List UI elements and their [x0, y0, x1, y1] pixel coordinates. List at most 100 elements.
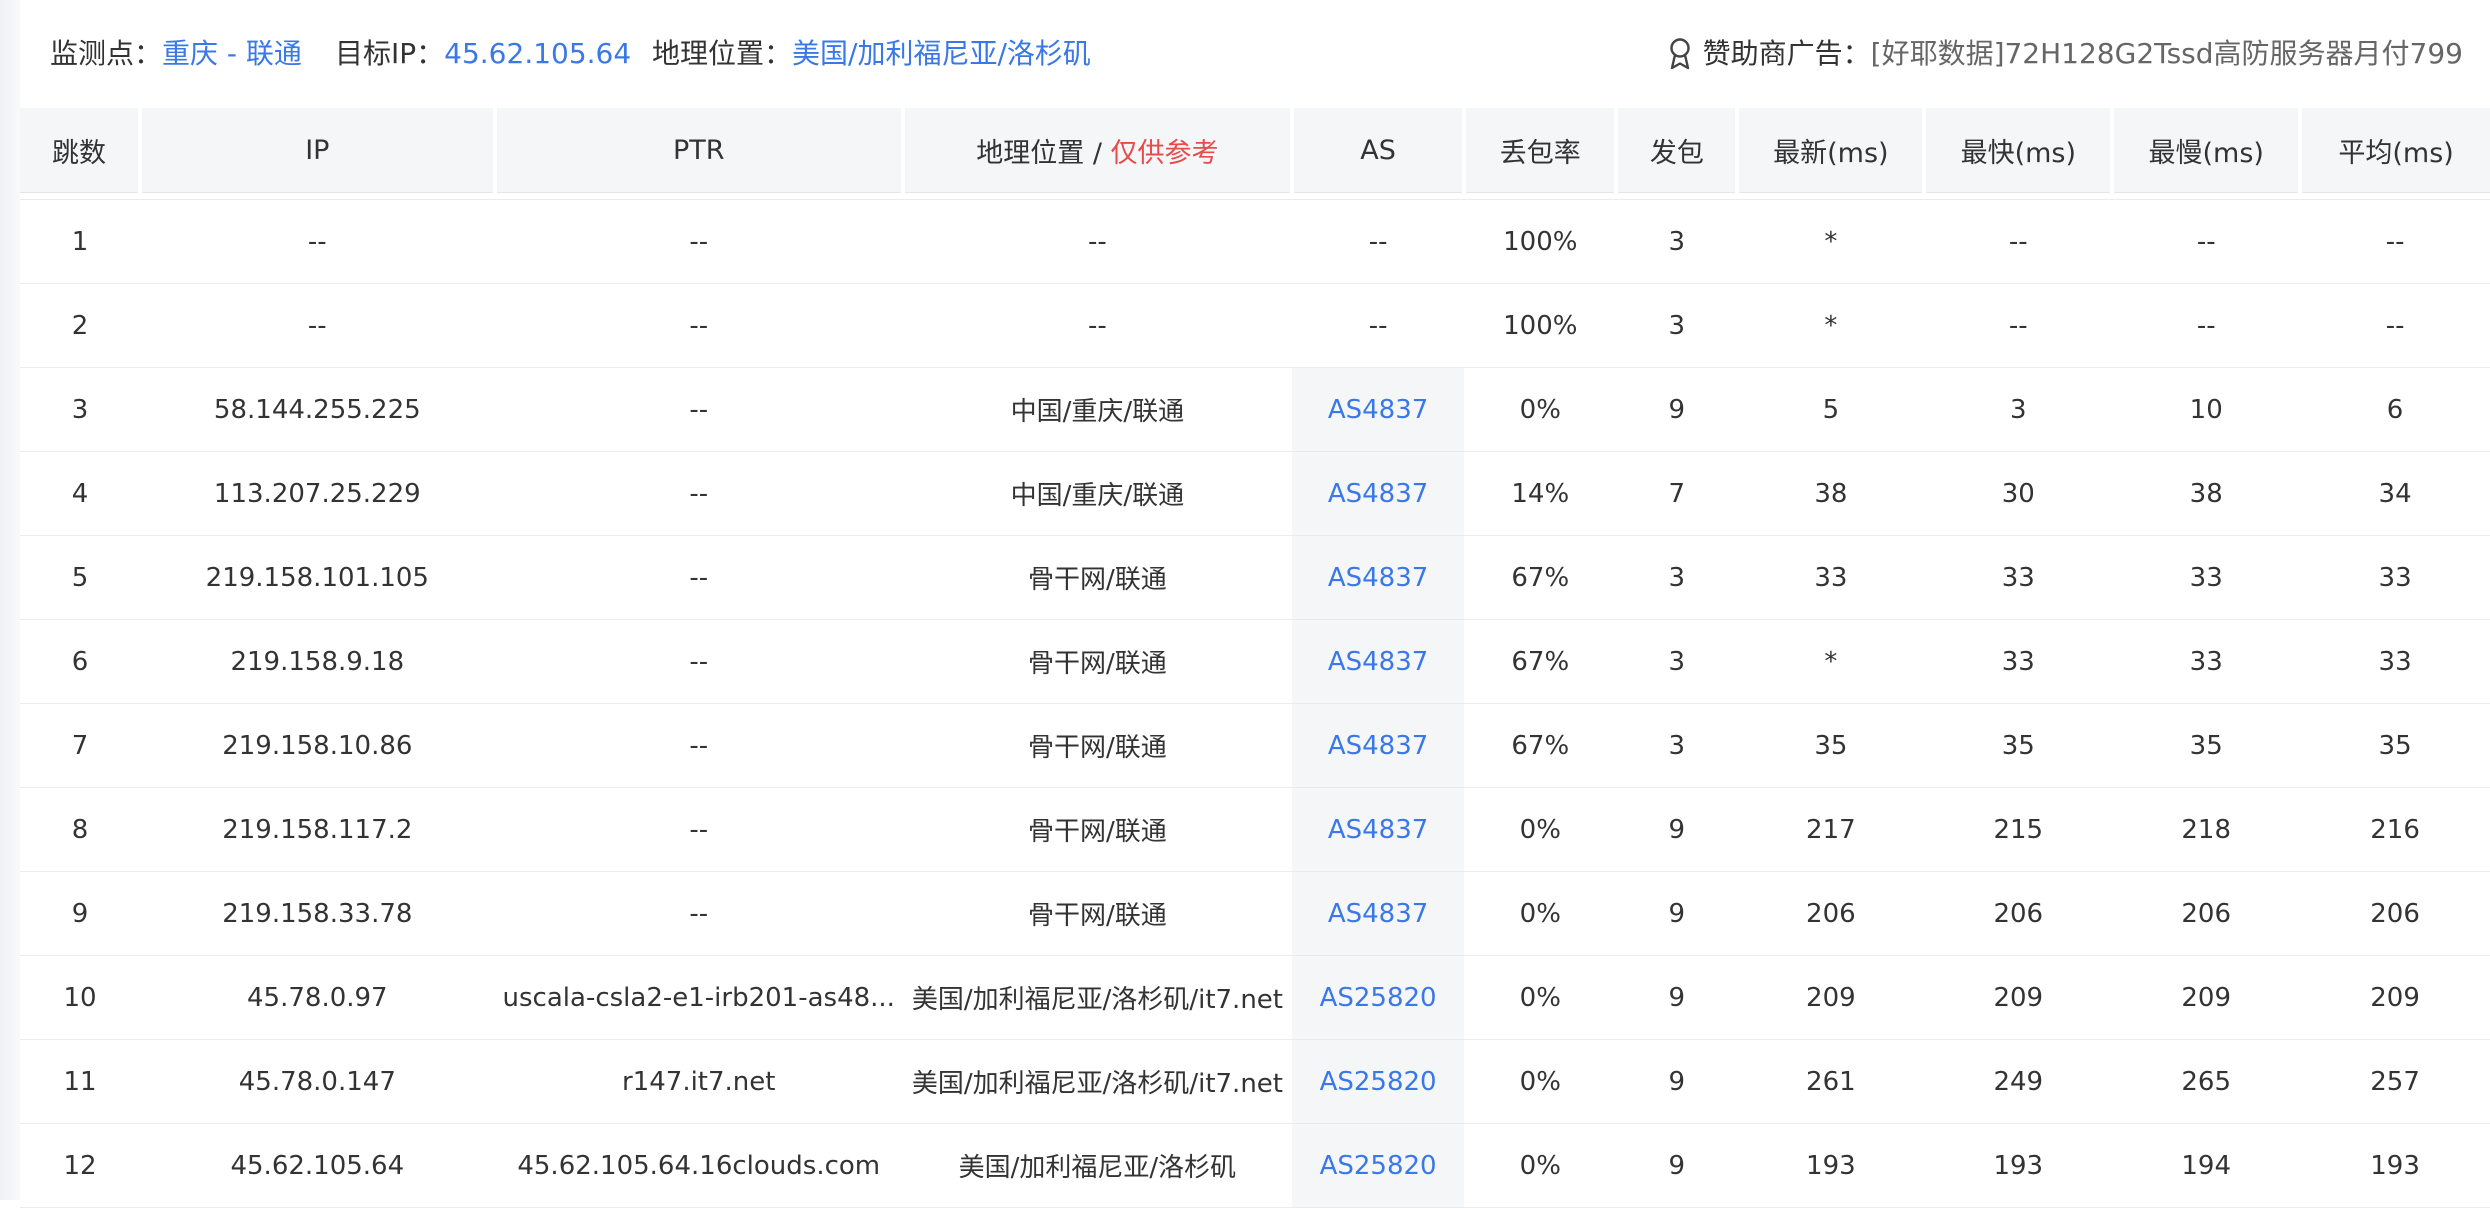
- table-row: 3 58.144.255.225 -- 中国/重庆/联通 AS4837 0% 9 5 3 10 6: [20, 367, 2490, 452]
- cell-as[interactable]: AS25820: [1291, 1123, 1465, 1208]
- cell-avg: 33: [2300, 619, 2490, 704]
- geo-reference-note: 仅供参考: [1110, 137, 1219, 169]
- col-header-sent: 发包: [1616, 108, 1740, 193]
- cell-best: 249: [1924, 1039, 2113, 1124]
- cell-avg: 33: [2300, 535, 2490, 620]
- table-row: 8 219.158.117.2 -- 骨干网/联通 AS4837 0% 9 217 215 218…: [20, 787, 2490, 872]
- cell-worst: 33: [2112, 619, 2301, 704]
- target-geo-value[interactable]: 美国/加利福尼亚/洛杉矶: [792, 37, 1091, 70]
- cell-avg: 209: [2300, 955, 2490, 1040]
- cell-best: 3: [1924, 367, 2113, 452]
- cell-geo: --: [902, 199, 1292, 284]
- page-left-edge: [0, 0, 20, 1200]
- monitor-point-value[interactable]: 重庆 - 联通: [162, 37, 302, 70]
- sponsor-ad[interactable]: 赞助商广告： [好耶数据]72H128G2Tssd高防服务器月付799: [1667, 34, 2463, 74]
- cell-avg: --: [2300, 283, 2490, 368]
- table-row: 7 219.158.10.86 -- 骨干网/联通 AS4837 67% 3 35 35 35 35: [20, 703, 2490, 788]
- cell-last: 206: [1737, 871, 1925, 956]
- table-row: 11 45.78.0.147 r147.it7.net 美国/加利福尼亚/洛杉矶/it…: [20, 1039, 2490, 1124]
- cell-sent: 3: [1616, 283, 1738, 368]
- cell-ip[interactable]: 219.158.10.86: [140, 703, 495, 788]
- cell-best: 35: [1924, 703, 2113, 788]
- cell-ptr: --: [494, 367, 903, 452]
- cell-ip[interactable]: 45.78.0.97: [140, 955, 495, 1040]
- cell-sent: 3: [1616, 619, 1738, 704]
- cell-geo: 骨干网/联通: [902, 619, 1292, 704]
- cell-worst: 206: [2112, 871, 2301, 956]
- cell-as[interactable]: AS4837: [1291, 451, 1465, 536]
- cell-hop: 12: [20, 1123, 141, 1208]
- cell-as[interactable]: AS25820: [1291, 955, 1465, 1040]
- cell-as[interactable]: AS4837: [1291, 703, 1465, 788]
- cell-hop: 5: [20, 535, 141, 620]
- cell-as[interactable]: AS4837: [1291, 787, 1465, 872]
- cell-worst: 218: [2112, 787, 2301, 872]
- col-header-geo: 地理位置 / 仅供参考: [902, 108, 1294, 193]
- cell-avg: 35: [2300, 703, 2490, 788]
- cell-hop: 4: [20, 451, 141, 536]
- cell-loss: 0%: [1464, 1039, 1617, 1124]
- cell-ptr: --: [494, 199, 903, 284]
- table-header-row: 跳数 IP PTR 地理位置 / 仅供参考 AS 丢包率 发包 最新(ms) 最…: [20, 108, 2490, 193]
- cell-as: --: [1291, 283, 1465, 368]
- cell-ip[interactable]: 219.158.9.18: [140, 619, 495, 704]
- trace-info-bar: 监测点：重庆 - 联通 目标IP：45.62.105.64 地理位置：美国/加利…: [20, 0, 2490, 108]
- cell-loss: 67%: [1464, 619, 1617, 704]
- cell-sent: 3: [1616, 703, 1738, 788]
- cell-sent: 9: [1616, 955, 1738, 1040]
- cell-ip[interactable]: 113.207.25.229: [140, 451, 495, 536]
- target-geo: 地理位置：美国/加利福尼亚/洛杉矶: [652, 34, 1091, 74]
- cell-best: 33: [1924, 535, 2113, 620]
- target-ip-value[interactable]: 45.62.105.64: [444, 37, 631, 70]
- cell-hop: 10: [20, 955, 141, 1040]
- col-header-ptr: PTR: [494, 108, 905, 193]
- sponsor-link[interactable]: [好耶数据]72H128G2Tssd高防服务器月付799: [1871, 34, 2463, 74]
- cell-ip[interactable]: 219.158.101.105: [140, 535, 495, 620]
- cell-avg: 206: [2300, 871, 2490, 956]
- cell-geo: 美国/加利福尼亚/洛杉矶/it7.net: [902, 1039, 1292, 1124]
- cell-ptr: 45.62.105.64.16clouds.com: [494, 1123, 903, 1208]
- cell-ptr: --: [494, 703, 903, 788]
- target-ip: 目标IP：45.62.105.64: [335, 34, 631, 74]
- cell-as[interactable]: AS4837: [1291, 871, 1465, 956]
- cell-ip[interactable]: 45.78.0.147: [140, 1039, 495, 1124]
- cell-ip[interactable]: 219.158.33.78: [140, 871, 495, 956]
- cell-ip: --: [140, 199, 495, 284]
- cell-as[interactable]: AS4837: [1291, 367, 1465, 452]
- monitor-point-label: 监测点：: [50, 37, 163, 70]
- cell-worst: --: [2112, 199, 2301, 284]
- cell-last: 5: [1737, 367, 1925, 452]
- cell-ip[interactable]: 45.62.105.64: [140, 1123, 495, 1208]
- cell-as[interactable]: AS4837: [1291, 535, 1465, 620]
- cell-hop: 6: [20, 619, 141, 704]
- cell-as[interactable]: AS25820: [1291, 1039, 1465, 1124]
- cell-ptr: --: [494, 535, 903, 620]
- cell-geo: 中国/重庆/联通: [902, 451, 1292, 536]
- cell-loss: 14%: [1464, 451, 1617, 536]
- cell-ip[interactable]: 219.158.117.2: [140, 787, 495, 872]
- cell-hop: 9: [20, 871, 141, 956]
- cell-as[interactable]: AS4837: [1291, 619, 1465, 704]
- col-header-avg: 平均(ms): [2300, 108, 2490, 193]
- table-row: 5 219.158.101.105 -- 骨干网/联通 AS4837 67% 3 33 33 33…: [20, 535, 2490, 620]
- sponsor-label: 赞助商广告：: [1702, 37, 1871, 70]
- cell-avg: 193: [2300, 1123, 2490, 1208]
- cell-loss: 0%: [1464, 367, 1617, 452]
- cell-ip[interactable]: 58.144.255.225: [140, 367, 495, 452]
- cell-last: 33: [1737, 535, 1925, 620]
- col-header-last: 最新(ms): [1737, 108, 1927, 193]
- cell-hop: 2: [20, 283, 141, 368]
- header-spacer-cell: [20, 192, 2490, 200]
- col-header-best: 最快(ms): [1924, 108, 2115, 193]
- cell-ptr: uscala-csla2-e1-irb201-as48...: [494, 955, 903, 1040]
- cell-last: *: [1737, 199, 1925, 284]
- cell-avg: 257: [2300, 1039, 2490, 1124]
- table-row: 1 -- -- -- -- 100% 3 * -- -- --: [20, 199, 2490, 284]
- cell-geo: --: [902, 283, 1292, 368]
- cell-geo: 美国/加利福尼亚/洛杉矶/it7.net: [902, 955, 1292, 1040]
- cell-worst: 38: [2112, 451, 2301, 536]
- monitor-point: 监测点：重庆 - 联通: [50, 34, 302, 74]
- table-row: 6 219.158.9.18 -- 骨干网/联通 AS4837 67% 3 * 33 33 33: [20, 619, 2490, 704]
- cell-ptr: --: [494, 283, 903, 368]
- cell-hop: 7: [20, 703, 141, 788]
